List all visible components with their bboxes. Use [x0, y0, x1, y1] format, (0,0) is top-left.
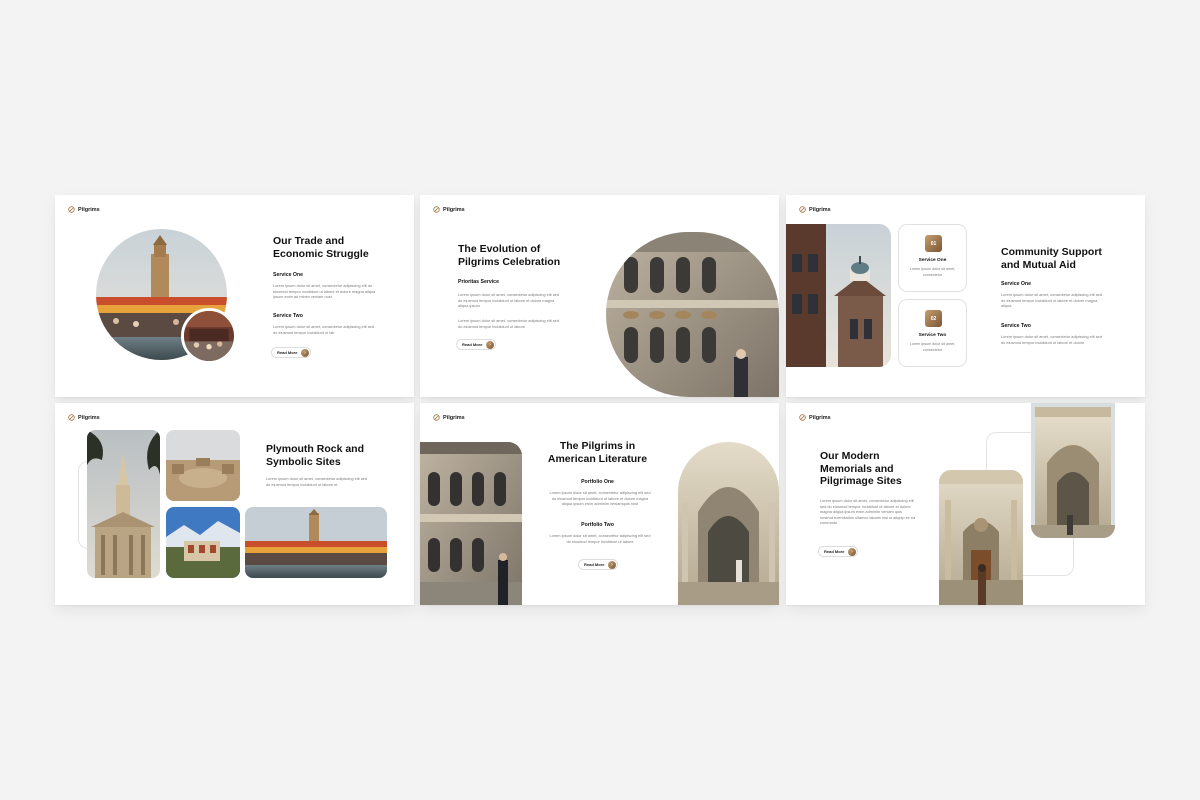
service-one-text: Lorem ipsum dolor sit amet, consectetur … — [273, 283, 376, 299]
brand-logo: Pilgrims — [68, 414, 100, 421]
slide-title: The Pilgrims in American Literature — [547, 440, 648, 465]
paragraph-two: Lorem ipsum dolor sit amet, consectetur … — [458, 318, 559, 329]
photo-city-plaza — [166, 430, 240, 501]
brand-name: Pilgrims — [809, 206, 831, 213]
slide-title: Our Trade and Economic Struggle — [273, 235, 369, 260]
brand-logo: Pilgrims — [433, 206, 465, 213]
photo-ornate-gate — [1031, 403, 1115, 538]
slide-trade-economic[interactable]: Pilgrims Our Trade and Economic Struggle… — [55, 195, 414, 397]
brand-logo: Pilgrims — [799, 206, 831, 213]
arrow-right-icon: › — [486, 341, 494, 349]
service-two-heading: Service Two — [273, 313, 303, 319]
prioritas-service-heading: Prioritas Service — [458, 279, 499, 285]
photo-palace-facade — [606, 232, 779, 397]
read-more-button[interactable]: Read More › — [456, 339, 496, 350]
card-title: Service Two — [918, 333, 947, 338]
portfolio-two-text: Lorem ipsum dolor sit amet, consectetur … — [549, 533, 651, 544]
slide-title: Community Support and Mutual Aid — [1001, 246, 1102, 271]
photo-church-spire — [87, 430, 160, 578]
card-text: Lorem ipsum dolor sit amet, consectetur — [909, 267, 956, 277]
read-more-label: Read More — [824, 549, 845, 554]
portfolio-two-heading: Portfolio Two — [581, 522, 614, 528]
service-card-one[interactable]: 01 Service One Lorem ipsum dolor sit ame… — [898, 224, 967, 292]
slide-modern-memorials[interactable]: Pilgrims Our Modern Memorials and Pilgri… — [786, 403, 1145, 605]
brand-name: Pilgrims — [443, 414, 465, 421]
slide-text: Lorem ipsum dolor sit amet, consectetur … — [266, 476, 367, 487]
photo-church-entrance — [939, 470, 1023, 605]
read-more-label: Read More — [584, 562, 605, 567]
brand-name: Pilgrims — [443, 206, 465, 213]
card-text: Lorem ipsum dolor sit amet, consectetur — [909, 342, 956, 352]
brand-logo: Pilgrims — [68, 206, 100, 213]
slide-title: Plymouth Rock and Symbolic Sites — [266, 443, 365, 468]
read-more-button[interactable]: Read More › — [271, 347, 311, 358]
service-two-heading: Service Two — [1001, 323, 1031, 329]
compass-logo-icon — [433, 206, 440, 213]
arrow-right-icon: › — [301, 349, 309, 357]
service-two-text: Lorem ipsum dolor sit amet, consectetur … — [273, 324, 374, 335]
slide-community-support[interactable]: Pilgrims 01 Service One Lorem ipsum dolo… — [786, 195, 1145, 397]
compass-logo-icon — [68, 206, 75, 213]
compass-logo-icon — [799, 414, 806, 421]
arrow-right-icon: › — [608, 561, 616, 569]
brand-name: Pilgrims — [78, 206, 100, 213]
slide-title: The Evolution of Pilgrims Celebration — [458, 243, 561, 268]
photo-cloister-arches — [678, 442, 779, 605]
brand-logo: Pilgrims — [433, 414, 465, 421]
brand-name: Pilgrims — [809, 414, 831, 421]
service-two-text: Lorem ipsum dolor sit amet, consectetur … — [1001, 334, 1102, 345]
read-more-label: Read More — [277, 350, 298, 355]
compass-logo-icon — [799, 206, 806, 213]
read-more-button[interactable]: Read More › — [578, 559, 618, 570]
slide-evolution-celebration[interactable]: Pilgrims The Evolution of Pilgrims Celeb… — [420, 195, 779, 397]
slide-title: Our Modern Memorials and Pilgrimage Site… — [820, 450, 902, 487]
portfolio-one-text: Lorem ipsum dolor sit amet, consectetur … — [549, 490, 651, 506]
photo-hill-palace — [166, 507, 240, 578]
card-title: Service One — [918, 258, 947, 263]
slide-text: Lorem ipsum dolor sit amet, consectetur … — [820, 498, 916, 525]
portfolio-one-heading: Portfolio One — [581, 479, 614, 485]
service-one-heading: Service One — [273, 272, 303, 278]
compass-logo-icon — [68, 414, 75, 421]
slide-american-literature[interactable]: Pilgrims The Pilgrims in American Litera… — [420, 403, 779, 605]
photo-temple-crowd — [181, 308, 237, 364]
card-number: 01 — [925, 235, 942, 252]
brand-name: Pilgrims — [78, 414, 100, 421]
brand-logo: Pilgrims — [799, 414, 831, 421]
arrow-right-icon: › — [848, 548, 856, 556]
photo-ghat-panorama — [245, 507, 387, 578]
service-one-heading: Service One — [1001, 281, 1031, 287]
slide-plymouth-rock[interactable]: Pilgrims Plymouth Rock and Symbolic Site… — [55, 403, 414, 605]
card-number: 02 — [925, 310, 942, 327]
photo-dutch-church — [786, 224, 891, 367]
service-card-two[interactable]: 02 Service Two Lorem ipsum dolor sit ame… — [898, 299, 967, 367]
compass-logo-icon — [433, 414, 440, 421]
photo-arched-palace — [420, 442, 522, 605]
paragraph-one: Lorem ipsum dolor sit amet, consectetur … — [458, 292, 559, 308]
read-more-button[interactable]: Read More › — [818, 546, 858, 557]
service-one-text: Lorem ipsum dolor sit amet, consectetur … — [1001, 292, 1102, 308]
read-more-label: Read More — [462, 342, 483, 347]
